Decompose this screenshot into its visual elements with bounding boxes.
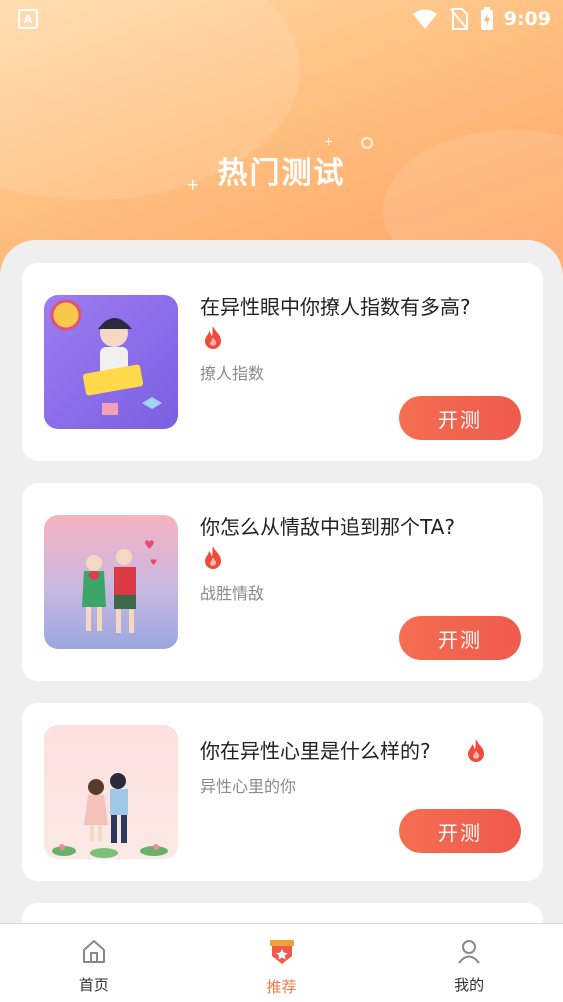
test-title: 在异性眼中你撩人指数有多高? [200, 295, 471, 319]
test-card[interactable]: ♥ ♥ 你怎么从情敌中追到那个TA? 战胜情敌 开测 [22, 483, 543, 681]
tab-label: 首页 [78, 976, 109, 994]
test-list[interactable]: 在异性眼中你撩人指数有多高? 撩人指数 开测 ♥ ♥ 你怎么从情敌中追到那个TA… [0, 240, 563, 940]
start-test-button[interactable]: 开测 [399, 809, 521, 853]
test-subtitle: 撩人指数 [200, 364, 265, 383]
tab-recommend[interactable]: 推荐 [188, 924, 376, 1002]
test-title: 你在异性心里是什么样的? [200, 739, 431, 763]
test-thumbnail [44, 295, 178, 429]
wifi-icon [412, 8, 438, 30]
tab-home[interactable]: 首页 [0, 924, 188, 1002]
app-notification-icon: A [18, 9, 38, 29]
tab-mine[interactable]: 我的 [375, 924, 563, 1002]
clock: 9:09 [503, 8, 551, 30]
bottom-tab-bar: 首页 推荐 我的 [0, 923, 563, 1002]
start-test-button[interactable]: 开测 [399, 396, 521, 440]
hot-fire-icon [465, 738, 487, 766]
badge-icon [268, 938, 296, 970]
test-subtitle: 战胜情敌 [200, 584, 265, 603]
test-title: 你怎么从情敌中追到那个TA? [200, 515, 455, 539]
test-thumbnail: ♥ ♥ [44, 515, 178, 649]
tab-label: 我的 [454, 976, 485, 994]
battery-charging-icon [480, 7, 494, 31]
home-icon [81, 938, 107, 968]
page-title: 热门测试 [217, 156, 346, 191]
user-icon [456, 938, 482, 968]
test-card[interactable]: 在异性眼中你撩人指数有多高? 撩人指数 开测 [22, 263, 543, 461]
svg-text:♥: ♥ [150, 558, 157, 567]
svg-text:♥: ♥ [144, 538, 155, 552]
tab-label: 推荐 [266, 978, 297, 996]
start-test-button[interactable]: 开测 [399, 616, 521, 660]
no-sim-icon [449, 8, 468, 30]
hot-fire-icon [202, 325, 224, 353]
test-subtitle: 异性心里的你 [200, 777, 297, 796]
test-thumbnail [44, 725, 178, 859]
sparkle-icon: + [324, 135, 334, 148]
status-bar: A 9:09 [0, 0, 563, 38]
hot-fire-icon [202, 545, 224, 573]
test-card[interactable]: 你在异性心里是什么样的? 异性心里的你 开测 [22, 703, 543, 881]
